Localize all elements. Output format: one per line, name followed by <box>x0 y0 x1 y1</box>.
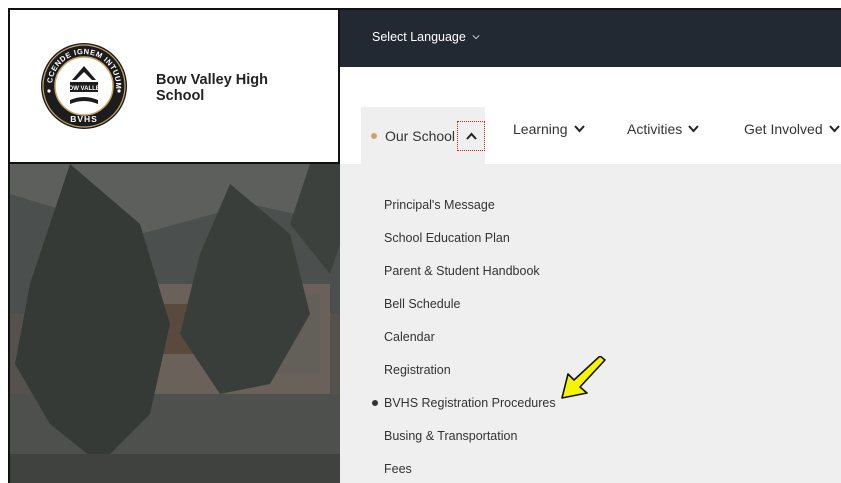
dropdown-item-bell-schedule[interactable]: Bell Schedule <box>384 293 556 326</box>
chevron-up-icon <box>465 132 477 140</box>
nav-item-label: Get Involved <box>744 121 823 137</box>
dropdown-item-calendar[interactable]: Calendar <box>384 326 556 359</box>
chevron-down-icon <box>472 35 480 40</box>
dropdown-item-school-education-plan[interactable]: School Education Plan <box>384 227 556 260</box>
our-school-dropdown: Principal's Message School Education Pla… <box>340 164 841 483</box>
nav-item-get-involved[interactable]: Get Involved <box>744 121 840 137</box>
svg-text:BOW VALLEY: BOW VALLEY <box>64 86 104 92</box>
nav-item-activities[interactable]: Activities <box>627 121 699 137</box>
select-language-button[interactable]: Select Language <box>372 30 480 44</box>
select-language-label: Select Language <box>372 30 466 44</box>
chevron-down-icon <box>688 125 699 133</box>
nav-item-label: Our School <box>385 128 456 144</box>
annotation-arrow-icon <box>561 356 606 399</box>
school-crest-logo[interactable]: ACCENDE IGNEM INTUUM BOW VALLEY BVHS <box>40 42 128 130</box>
dropdown-item-fees[interactable]: Fees <box>384 458 556 483</box>
dropdown-menu-list: Principal's Message School Education Pla… <box>372 194 556 483</box>
nav-item-learning[interactable]: Learning <box>513 121 585 137</box>
main-nav: Our School Learning Activities Get Invol… <box>340 67 841 164</box>
school-name[interactable]: Bow Valley High School <box>156 72 306 104</box>
browser-viewport: ACCENDE IGNEM INTUUM BOW VALLEY BVHS Bow… <box>8 8 841 483</box>
dropdown-item-principals-message[interactable]: Principal's Message <box>384 194 556 227</box>
svg-text:BVHS: BVHS <box>70 114 98 124</box>
dropdown-item-busing-transportation[interactable]: Busing & Transportation <box>384 425 556 458</box>
dropdown-item-registration[interactable]: Registration <box>384 359 556 392</box>
nav-toggle-our-school[interactable] <box>457 121 486 151</box>
top-utility-bar: Select Language <box>340 10 841 67</box>
nav-item-label: Learning <box>513 121 568 137</box>
chevron-down-icon <box>573 125 585 133</box>
active-indicator-dot <box>371 133 377 139</box>
dropdown-item-handbook[interactable]: Parent & Student Handbook <box>384 260 556 293</box>
chevron-down-icon <box>828 125 840 133</box>
nav-item-label: Activities <box>627 121 683 137</box>
dropdown-item-bvhs-registration-procedures[interactable]: BVHS Registration Procedures <box>372 392 556 425</box>
nav-item-our-school[interactable]: Our School <box>371 121 486 151</box>
hero-photo <box>10 164 340 483</box>
site-header-brand: ACCENDE IGNEM INTUUM BOW VALLEY BVHS Bow… <box>10 10 340 164</box>
